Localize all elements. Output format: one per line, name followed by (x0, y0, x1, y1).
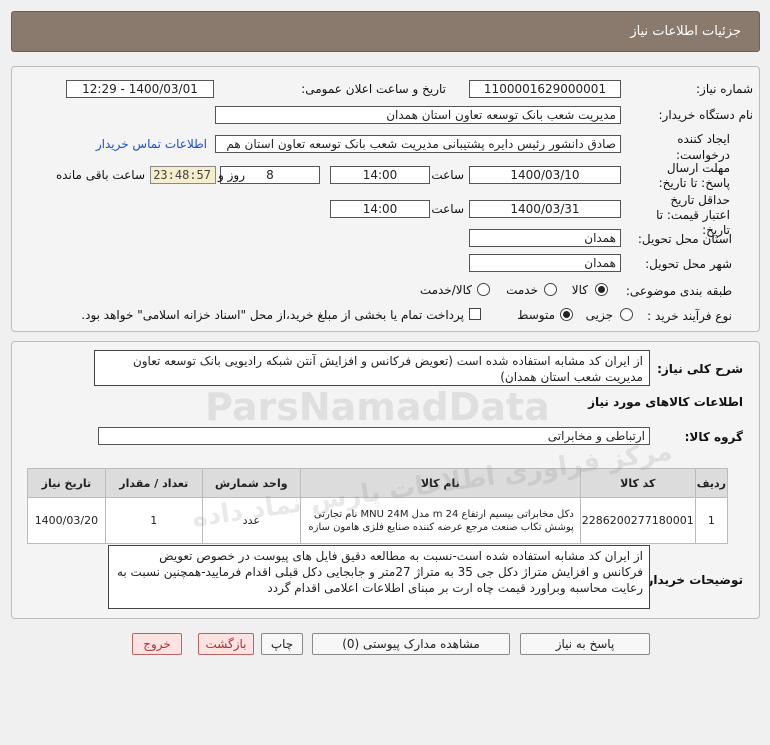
reply-time-field: 14:00 (330, 166, 430, 184)
purchase-process-label: نوع فرآیند خرید : (647, 309, 732, 323)
subject-category-label: طبقه بندی موضوعی: (625, 284, 732, 298)
page-titlebar: جزئیات اطلاعات نیاز (11, 11, 760, 52)
attachments-button[interactable]: مشاهده مدارک پیوستی (0) (312, 633, 510, 655)
cell-name: دکل مخابراتی بیسیم ارتفاع 24 m مدل MNU 2… (299, 497, 581, 544)
cell-date: 1400/03/20 (27, 497, 106, 544)
process-medium-radio[interactable] (560, 308, 573, 321)
buyer-org-label: نام دستگاه خریدار: (658, 108, 754, 122)
validity-date-field: 1400/03/31 (469, 200, 621, 218)
treasury-checkbox[interactable] (469, 308, 481, 320)
delivery-city-field: همدان (469, 254, 621, 272)
reply-deadline-label: مهلت ارسال پاسخ: تا تاریخ: (658, 161, 730, 190)
process-minor-radio[interactable] (620, 308, 633, 321)
col-date: تاریخ نیاز (27, 468, 106, 498)
validity-time-field: 14:00 (330, 200, 430, 218)
announce-datetime-label: تاریخ و ساعت اعلان عمومی: (301, 82, 446, 96)
goods-group-label: گروه کالا: (684, 430, 743, 444)
table-row: 1 2286200277180001 دکل مخابراتی بیسیم ار… (27, 497, 729, 544)
col-code: کد کالا (579, 468, 696, 498)
col-unit: واحد شمارش (201, 468, 301, 498)
creator-field: صادق دانشور رئیس دایره پشتیبانی مدیریت ش… (215, 135, 621, 153)
subject-goods-service-radio[interactable] (477, 283, 490, 296)
subject-service-label: خدمت (506, 283, 538, 297)
reply-date-field: 1400/03/10 (469, 166, 621, 184)
validity-time-label: ساعت (431, 202, 464, 216)
delivery-province-field: همدان (469, 229, 621, 247)
treasury-note: پرداخت تمام یا بخشی از مبلغ خرید،از محل … (81, 308, 464, 322)
reply-button[interactable]: پاسخ به نیاز (520, 633, 650, 655)
subject-service-radio[interactable] (544, 283, 557, 296)
buyer-org-field: مدیریت شعب بانک توسعه تعاون استان همدان (215, 106, 621, 124)
cell-code: 2286200277180001 (579, 497, 696, 544)
subject-goods-service-label: کالا/خدمت (419, 283, 472, 297)
creator-label: ایجاد کننده درخواست: (676, 132, 730, 162)
subject-goods-label: کالا (571, 283, 588, 297)
contact-info-link[interactable]: اطلاعات تماس خریدار (96, 137, 207, 151)
page-title: جزئیات اطلاعات نیاز (630, 24, 741, 39)
days-and-label: روز و (218, 168, 245, 182)
exit-button[interactable]: خروج (132, 633, 182, 655)
col-name: نام کالا (299, 468, 581, 498)
remaining-label: ساعت باقی مانده (55, 168, 145, 182)
need-number-field: 1100001629000001 (469, 80, 621, 98)
cell-qty: 1 (104, 497, 203, 544)
col-row: ردیف (694, 468, 729, 498)
col-qty: تعداد / مقدار (104, 468, 203, 498)
subject-goods-radio[interactable] (595, 283, 608, 296)
print-button[interactable]: چاپ (261, 633, 303, 655)
buyer-notes-label: توضیحات خریدار: (641, 573, 743, 587)
need-number-label: شماره نیاز: (696, 82, 753, 96)
back-button[interactable]: بازگشت (198, 633, 254, 655)
summary-label: شرح کلی نیاز: (657, 362, 743, 376)
cell-row: 1 (694, 497, 729, 544)
buyer-notes-box: از ایران کد مشابه استفاده شده است-نسبت ب… (108, 545, 650, 609)
goods-group-field: ارتباطی و مخابراتی (98, 427, 650, 445)
process-medium-label: متوسط (517, 308, 555, 322)
goods-table-header: ردیف کد کالا نام کالا واحد شمارش تعداد /… (27, 468, 729, 498)
process-minor-label: جزیی (585, 308, 613, 322)
reply-time-label: ساعت (431, 168, 464, 182)
goods-table: ردیف کد کالا نام کالا واحد شمارش تعداد /… (27, 468, 729, 544)
goods-info-heading: اطلاعات کالاهای مورد نیاز (588, 395, 743, 409)
announce-datetime-field: 1400/03/01 - 12:29 (66, 80, 214, 98)
delivery-city-label: شهر محل تحویل: (645, 257, 732, 271)
delivery-province-label: استان محل تحویل: (637, 232, 732, 246)
remaining-time-field: 23:48:57 (150, 166, 216, 184)
summary-box: از ایران کد مشابه استفاده شده است (تعویض… (94, 350, 650, 386)
cell-unit: عدد (201, 497, 301, 544)
